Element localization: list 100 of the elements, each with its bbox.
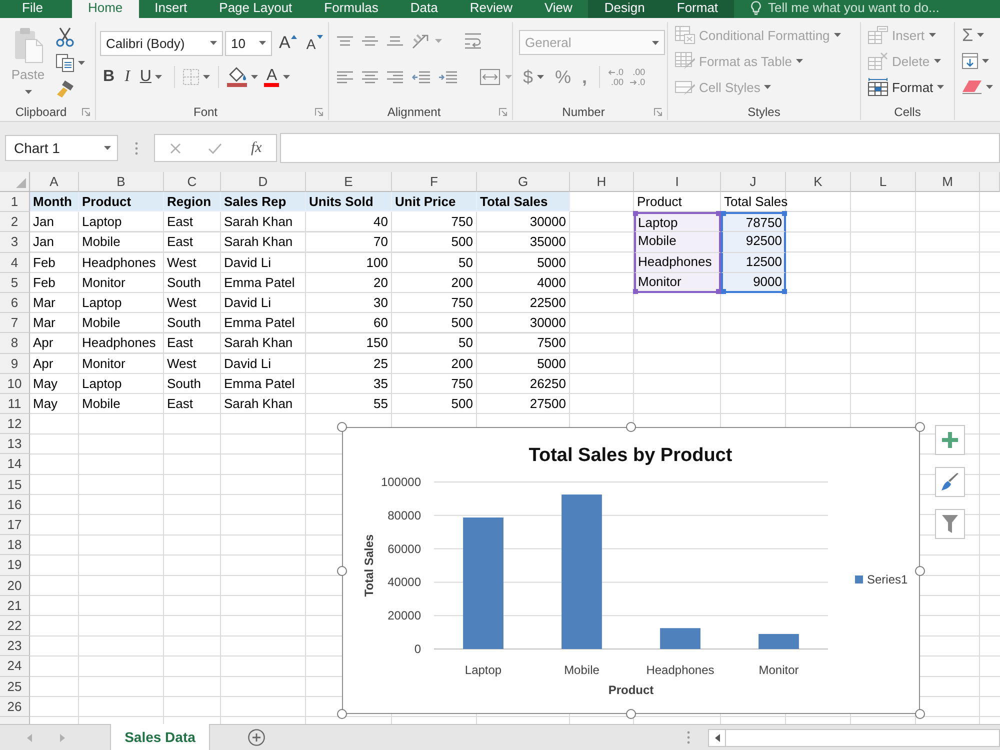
font-name-field[interactable]: Calibri (Body) <box>100 30 223 56</box>
column-header[interactable]: E <box>306 172 392 192</box>
ribbon-tab[interactable]: File <box>6 0 72 18</box>
column-header[interactable]: L <box>851 172 916 192</box>
row-header[interactable]: 22 <box>0 616 30 636</box>
align-center-icon[interactable] <box>362 70 378 84</box>
corner-arrow-icon[interactable] <box>82 108 90 116</box>
horizontal-scrollbar[interactable] <box>708 729 1000 747</box>
row-header[interactable]: 10 <box>0 374 30 394</box>
caret-icon[interactable] <box>505 75 512 79</box>
x-icon[interactable] <box>170 142 181 154</box>
row-header[interactable]: 12 <box>0 414 30 434</box>
row-header[interactable]: 3 <box>0 232 30 253</box>
row-header[interactable]: 7 <box>0 313 30 334</box>
resize-handle-icon[interactable] <box>633 289 638 294</box>
column-header[interactable]: D <box>221 172 306 192</box>
align-bottom-icon[interactable] <box>387 36 403 46</box>
row-header[interactable]: 26 <box>0 696 30 717</box>
ribbon-tab[interactable]: Design <box>588 0 661 18</box>
row-header[interactable]: 16 <box>0 494 30 515</box>
ribbon-tab[interactable]: Page Layout <box>203 0 308 18</box>
vertical-dots-icon[interactable] <box>135 142 138 154</box>
merge-cells-icon[interactable] <box>480 69 500 85</box>
row-header[interactable]: 9 <box>0 354 30 374</box>
insert-function-button[interactable]: fx <box>249 140 264 156</box>
shrink-font-button[interactable]: A <box>304 32 325 54</box>
font-color-button[interactable]: A <box>261 66 294 88</box>
column-header[interactable] <box>980 172 1000 192</box>
resize-handle-icon[interactable] <box>721 289 726 294</box>
row-header[interactable]: 11 <box>0 394 30 414</box>
chart-elements-button[interactable] <box>935 425 965 455</box>
row-header[interactable]: 17 <box>0 515 30 536</box>
row-header[interactable]: 8 <box>0 333 30 354</box>
corner-arrow-icon[interactable] <box>499 108 507 116</box>
row-header[interactable]: 19 <box>0 555 30 576</box>
left-triangle-icon[interactable] <box>714 734 720 742</box>
row-header[interactable]: 21 <box>0 596 30 616</box>
row-header[interactable]: 24 <box>0 656 30 676</box>
right-triangle-icon[interactable] <box>60 734 65 742</box>
vertical-dots-icon[interactable] <box>687 731 690 744</box>
column-header[interactable]: K <box>786 172 851 192</box>
resize-handle-icon[interactable] <box>716 211 721 216</box>
row-header[interactable]: 1 <box>0 192 30 212</box>
chart-filters-button[interactable] <box>935 509 965 539</box>
column-header[interactable]: H <box>570 172 634 192</box>
ribbon-tab[interactable]: Format <box>660 0 734 18</box>
column-header[interactable]: B <box>79 172 164 192</box>
grow-font-button[interactable]: A <box>277 32 300 54</box>
ribbon-tab[interactable]: Data <box>394 0 454 18</box>
align-right-icon[interactable] <box>387 70 403 84</box>
chart-styles-button[interactable] <box>935 467 965 497</box>
plus-circle-icon[interactable] <box>248 729 265 746</box>
format-button[interactable]: Format <box>868 76 954 98</box>
wrap-text-icon[interactable] <box>465 33 481 49</box>
row-header[interactable]: 6 <box>0 292 30 314</box>
resize-handle-icon[interactable] <box>782 289 787 294</box>
resize-handle-icon[interactable] <box>633 211 638 216</box>
align-top-icon[interactable] <box>337 36 353 46</box>
check-icon[interactable] <box>208 142 222 154</box>
italic-button[interactable]: I <box>122 66 133 88</box>
column-header[interactable]: C <box>164 172 221 192</box>
ribbon-tab[interactable]: Insert <box>138 0 204 18</box>
row-header[interactable]: 13 <box>0 434 30 454</box>
row-header[interactable]: 14 <box>0 454 30 475</box>
diagonal-arrow-icon[interactable] <box>412 33 430 49</box>
autosum-button[interactable]: Σ <box>962 24 1000 46</box>
column-header[interactable]: G <box>477 172 570 192</box>
copy-button[interactable] <box>56 52 85 74</box>
caret-icon[interactable] <box>435 39 442 43</box>
ribbon-tab[interactable]: Home <box>72 0 139 18</box>
font-size-field[interactable]: 10 <box>225 30 272 56</box>
row-header[interactable]: 23 <box>0 636 30 656</box>
row-header[interactable]: 5 <box>0 272 30 293</box>
column-header[interactable]: M <box>916 172 980 192</box>
sheet-tab[interactable]: Sales Data <box>110 724 210 750</box>
bold-button[interactable]: B <box>100 66 118 88</box>
row-header[interactable]: 15 <box>0 474 30 495</box>
formula-input[interactable] <box>280 133 1000 163</box>
increase-indent-icon[interactable] <box>439 70 457 84</box>
name-box[interactable]: Chart 1 <box>5 135 118 161</box>
decrease-indent-icon[interactable] <box>412 70 430 84</box>
corner-arrow-icon[interactable] <box>654 108 662 116</box>
column-header[interactable]: J <box>721 172 786 192</box>
row-header[interactable]: 20 <box>0 576 30 596</box>
column-header[interactable]: A <box>30 172 79 192</box>
resize-handle-icon[interactable] <box>782 211 787 216</box>
row-header[interactable]: 4 <box>0 252 30 273</box>
ribbon-tab[interactable]: View <box>528 0 588 18</box>
ribbon-tab[interactable]: Review <box>454 0 528 18</box>
row-header[interactable]: 18 <box>0 535 30 556</box>
row-header[interactable]: 2 <box>0 212 30 232</box>
corner-arrow-icon[interactable] <box>315 108 323 116</box>
align-middle-icon[interactable] <box>362 36 378 46</box>
tell-me-field[interactable]: Tell me what you want to do... <box>768 0 988 15</box>
underline-button[interactable]: U <box>136 66 166 88</box>
resize-handle-icon[interactable] <box>716 289 721 294</box>
align-left-icon[interactable] <box>337 70 353 84</box>
row-header[interactable]: 25 <box>0 676 30 697</box>
resize-handle-icon[interactable] <box>721 211 726 216</box>
column-header[interactable]: I <box>634 172 721 192</box>
